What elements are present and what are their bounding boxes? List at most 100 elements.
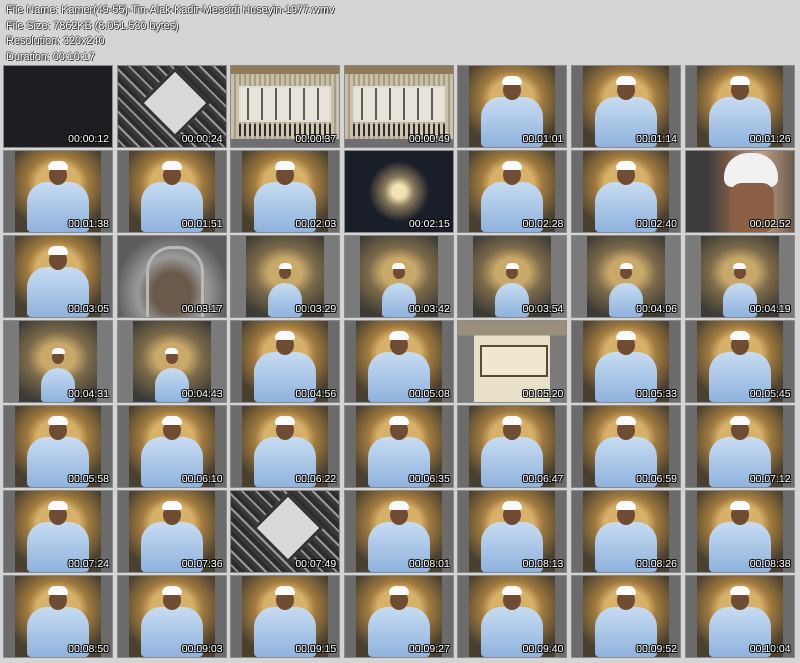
video-thumbnail[interactable]: 00:02:28 [457,150,568,233]
video-thumbnail[interactable]: 00:01:01 [457,65,568,148]
reciter-cap [275,331,296,340]
video-thumbnail[interactable]: 00:04:56 [230,320,341,403]
video-thumbnail[interactable]: 00:02:15 [343,150,454,233]
thumbnail-timestamp: 00:03:05 [68,303,109,315]
video-thumbnail[interactable]: 00:05:58 [3,405,113,488]
video-thumbnail[interactable]: 00:08:26 [571,490,681,573]
video-thumbnail[interactable]: 00:10:04 [684,575,795,658]
thumbnail-timestamp: 00:05:20 [522,388,564,400]
video-thumbnail[interactable]: 00:04:19 [684,235,795,318]
video-thumbnail[interactable]: 00:08:13 [457,490,568,573]
video-thumbnail[interactable]: 00:01:51 [116,150,227,233]
thumbnail-timestamp: 00:07:36 [181,558,223,570]
reciter-cap [502,161,523,170]
video-thumbnail[interactable]: 00:01:26 [684,65,795,148]
thumbnail-timestamp: 00:02:15 [408,218,450,230]
thumbnail-timestamp: 00:07:49 [295,558,337,570]
reciter-cap [729,501,750,510]
video-thumbnail[interactable]: 00:01:38 [3,150,113,233]
emblem-icon [252,492,324,564]
thumbnail-timestamp: 00:08:13 [522,558,564,570]
reciter-cap [616,416,636,425]
emblem-icon [139,67,210,139]
thumbnail-timestamp: 00:10:04 [749,643,791,655]
closeup-turban [723,153,778,187]
video-thumbnail[interactable]: 00:07:36 [116,490,227,573]
video-thumbnail[interactable]: 00:07:12 [684,405,795,488]
reciter-cap [502,586,523,595]
thumbnail-timestamp: 00:01:38 [68,218,109,230]
thumbnail-grid: 00:00:12 00:00:24 00:00:37 00:00:49 00:01:01… [3,65,797,661]
thumbnail-timestamp: 00:03:54 [522,303,564,315]
thumbnail-timestamp: 00:07:12 [749,473,791,485]
video-thumbnail[interactable]: 00:09:15 [230,575,341,658]
video-thumbnail[interactable]: 00:06:22 [230,405,341,488]
video-thumbnail[interactable]: 00:09:03 [116,575,227,658]
reciter-cap [505,263,519,269]
video-thumbnail[interactable]: 00:00:12 [3,65,113,148]
video-thumbnail[interactable]: 00:02:40 [571,150,681,233]
video-thumbnail[interactable]: 00:06:35 [343,405,454,488]
thumbnail-timestamp: 00:03:29 [295,303,337,315]
video-thumbnail[interactable]: 00:05:45 [684,320,795,403]
video-thumbnail[interactable]: 00:00:37 [230,65,341,148]
thumbnail-timestamp: 00:09:27 [408,643,450,655]
reciter-cap [161,586,182,595]
video-thumbnail[interactable]: 00:09:27 [343,575,454,658]
reciter-cap [616,161,636,170]
reciter-cap [48,161,68,170]
reciter-cap [278,263,292,269]
video-thumbnail[interactable]: 00:04:06 [571,235,681,318]
video-thumbnail[interactable]: 00:05:33 [571,320,681,403]
reciter-cap [48,246,68,255]
video-thumbnail[interactable]: 00:08:38 [684,490,795,573]
thumbnail-timestamp: 00:04:43 [181,388,223,400]
reciter-cap [51,348,65,354]
thumbnail-timestamp: 00:05:58 [68,473,109,485]
video-thumbnail[interactable]: 00:03:42 [343,235,454,318]
video-thumbnail[interactable]: 00:07:49 [230,490,341,573]
video-thumbnail[interactable]: 00:03:29 [230,235,341,318]
thumbnail-timestamp: 00:02:52 [749,218,791,230]
reciter-cap [729,416,750,425]
video-thumbnail[interactable]: 00:08:01 [343,490,454,573]
video-thumbnail[interactable]: 00:03:17 [116,235,227,318]
reciter-cap [616,331,636,340]
reciter-cap [48,501,68,510]
video-thumbnail[interactable]: 00:05:08 [343,320,454,403]
video-thumbnail[interactable]: 00:05:20 [457,320,568,403]
video-thumbnail[interactable]: 00:04:31 [3,320,113,403]
reciter-cap [275,416,296,425]
thumbnail-timestamp: 00:06:35 [408,473,450,485]
video-thumbnail[interactable]: 00:00:49 [343,65,454,148]
reciter-cap [729,331,750,340]
video-thumbnail[interactable]: 00:09:40 [457,575,568,658]
thumbnail-timestamp: 00:09:52 [636,643,677,655]
reciter-cap [275,161,296,170]
thumbnail-timestamp: 00:05:33 [636,388,677,400]
video-thumbnail[interactable]: 00:03:05 [3,235,113,318]
thumbnail-timestamp: 00:04:06 [636,303,677,315]
video-thumbnail[interactable]: 00:06:47 [457,405,568,488]
reciter-cap [48,586,68,595]
thumbnail-timestamp: 00:02:40 [636,218,677,230]
video-thumbnail[interactable]: 00:06:59 [571,405,681,488]
thumbnail-timestamp: 00:06:10 [181,473,223,485]
video-thumbnail[interactable]: 00:03:54 [457,235,568,318]
reciter-cap [161,501,182,510]
video-thumbnail[interactable]: 00:02:03 [230,150,341,233]
video-thumbnail[interactable]: 00:01:14 [571,65,681,148]
video-thumbnail[interactable]: 00:08:50 [3,575,113,658]
reciter-cap [392,263,406,269]
video-thumbnail[interactable]: 00:07:24 [3,490,113,573]
reciter-cap [502,501,523,510]
thumbnail-timestamp: 00:04:56 [295,388,337,400]
reciter-cap [616,501,636,510]
thumbnail-timestamp: 00:01:01 [522,133,564,145]
video-thumbnail[interactable]: 00:02:52 [684,150,795,233]
thumbnail-timestamp: 00:00:24 [181,133,223,145]
video-thumbnail[interactable]: 00:00:24 [116,65,227,148]
video-thumbnail[interactable]: 00:06:10 [116,405,227,488]
video-thumbnail[interactable]: 00:09:52 [571,575,681,658]
video-thumbnail[interactable]: 00:04:43 [116,320,227,403]
